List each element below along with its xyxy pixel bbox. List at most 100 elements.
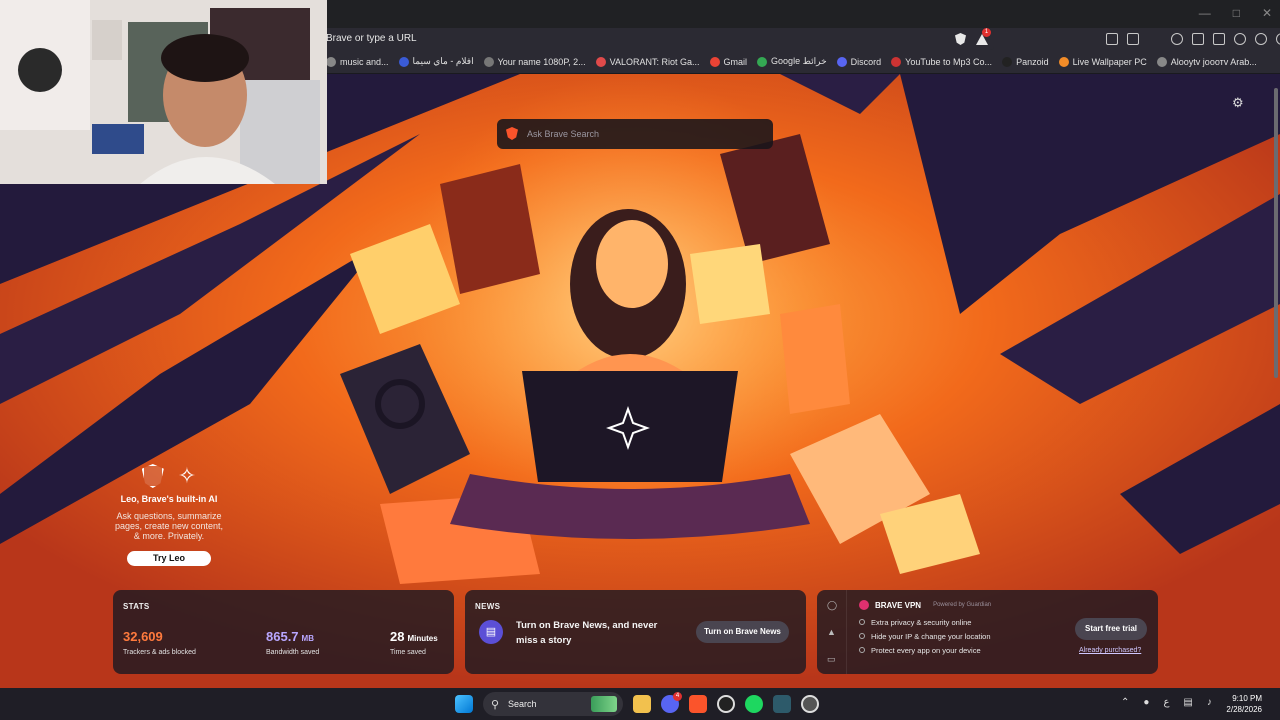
bandwidth-value: 865.7	[266, 629, 299, 644]
brave-shields-icon[interactable]	[955, 33, 966, 45]
stats-widget: STATS 32,609 Trackers & ads blocked 865.…	[113, 590, 454, 674]
music-icon[interactable]	[1171, 33, 1183, 45]
search-placeholder: Ask Brave Search	[527, 129, 600, 139]
webcam-overlay	[0, 0, 327, 184]
bookmark-favicon-icon	[595, 56, 606, 67]
bookmark-label: Live Wallpaper PC	[1072, 56, 1147, 67]
windows-start-icon[interactable]	[455, 695, 473, 713]
bookmark-favicon-icon	[1058, 56, 1069, 67]
spotify-icon[interactable]	[745, 695, 763, 713]
app-icon[interactable]	[773, 695, 791, 713]
brave-browser-icon[interactable]	[689, 695, 707, 713]
vpn-widget: ◯ ▲ ▭ BRAVE VPN Powered by Guardian Extr…	[817, 590, 1158, 674]
bandwidth-label: Bandwidth saved	[266, 649, 320, 656]
leo-sparkle-icon: ✧	[177, 463, 197, 488]
obs-icon[interactable]	[717, 695, 735, 713]
vpn-title: BRAVE VPN	[875, 600, 922, 610]
bookmark-item[interactable]: music and...	[326, 56, 389, 67]
system-tray: ⌃ ● ع ▤ ♪	[1121, 697, 1212, 708]
stats-label: STATS	[123, 602, 150, 611]
taskbar-clock[interactable]: 9:10 PM 2/28/2026	[1226, 693, 1262, 715]
vpn-feature-list: Extra privacy & security online Hide you…	[859, 618, 991, 660]
bookmark-label: YouTube to Mp3 Co...	[905, 56, 993, 67]
chrome-icon[interactable]	[801, 695, 819, 713]
trackers-value: 32,609	[123, 629, 163, 644]
chevron-up-icon[interactable]: ⌃	[1121, 697, 1129, 708]
rewards-badge: 1	[982, 28, 991, 37]
bookmark-item[interactable]: VALORANT: Riot Ga...	[595, 56, 700, 67]
maximize-icon[interactable]: □	[1233, 6, 1240, 20]
start-free-trial-button[interactable]: Start free trial	[1075, 618, 1147, 640]
time-value: 28	[390, 629, 405, 644]
extensions-icon[interactable]	[1106, 33, 1118, 45]
bookmark-item[interactable]: Discord	[836, 56, 881, 67]
trackers-label: Trackers & ads blocked	[123, 649, 196, 656]
bookmark-label: Google خرائط	[771, 56, 827, 66]
bookmark-item[interactable]: افلام - ماي سيما	[398, 56, 474, 67]
bookmark-label: Panzoid	[1016, 56, 1049, 67]
microphone-icon[interactable]: ●	[1143, 697, 1149, 708]
discord-icon[interactable]: 4	[661, 692, 682, 713]
screenshot-icon[interactable]	[1127, 33, 1139, 45]
settings-gear-icon[interactable]: ⚙	[1232, 96, 1246, 110]
volume-icon[interactable]: ♪	[1207, 697, 1212, 708]
taskbar-search[interactable]: ⚲ Search	[483, 692, 623, 716]
leo-description: Ask questions, summarize pages, create n…	[114, 511, 224, 541]
time-unit: Minutes	[407, 634, 438, 643]
close-icon[interactable]: ✕	[1262, 6, 1272, 20]
file-explorer-icon[interactable]	[633, 695, 651, 713]
sidebar-icon[interactable]	[1192, 33, 1204, 45]
shield-icon[interactable]	[1276, 33, 1280, 45]
bookmark-favicon-icon	[398, 56, 409, 67]
check-icon	[859, 633, 865, 639]
bandwidth-stat: 865.7 MB Bandwidth saved	[266, 628, 319, 656]
bookmark-item[interactable]: Your name 1080P, 2...	[483, 56, 586, 67]
turn-on-news-button[interactable]: Turn on Brave News	[696, 621, 789, 643]
bookmark-label: VALORANT: Riot Ga...	[609, 56, 700, 67]
wallet-icon[interactable]	[1213, 33, 1225, 45]
video-icon[interactable]: ▭	[827, 654, 837, 664]
shield-icon[interactable]: ◯	[827, 600, 837, 610]
page-scrollbar[interactable]	[1274, 88, 1278, 378]
bookmark-item[interactable]: Panzoid	[1002, 56, 1049, 67]
news-label: NEWS	[475, 602, 501, 611]
webcam-feed-image	[0, 0, 327, 184]
bookmark-favicon-icon	[836, 56, 847, 67]
bookmark-label: Gmail	[723, 56, 748, 67]
brave-rewards-icon[interactable]: 1	[976, 28, 991, 45]
bookmark-item[interactable]: Gmail	[709, 56, 748, 67]
address-bar[interactable]: Brave or type a URL 1	[318, 28, 994, 50]
bookmark-favicon-icon	[891, 56, 902, 67]
news-text: Turn on Brave News, and never miss a sto…	[516, 620, 658, 646]
bookmark-item[interactable]: Google خرائط	[757, 56, 827, 67]
address-bar-placeholder: Brave or type a URL	[326, 33, 417, 44]
vpn-icon[interactable]	[1234, 33, 1246, 45]
toolbar-icons	[1106, 33, 1280, 45]
network-icon[interactable]: ▤	[1183, 697, 1192, 708]
leo-icon[interactable]	[1255, 33, 1267, 45]
try-leo-button[interactable]: Try Leo	[127, 551, 211, 566]
already-purchased-link[interactable]: Already purchased?	[1079, 647, 1141, 654]
bookmark-label: افلام - ماي سيما	[412, 56, 474, 66]
triangle-icon[interactable]: ▲	[827, 627, 837, 637]
language-indicator[interactable]: ع	[1163, 697, 1169, 708]
bookmark-item[interactable]: Live Wallpaper PC	[1058, 56, 1147, 67]
clock-date: 2/28/2026	[1226, 705, 1262, 714]
bookmark-item[interactable]: Alooytv jooотv Arab...	[1156, 56, 1257, 67]
vpn-logo-icon	[859, 600, 869, 610]
bookmark-label: Your name 1080P, 2...	[497, 56, 586, 67]
time-stat: 28 Minutes Time saved	[390, 628, 438, 656]
time-label: Time saved	[390, 649, 426, 656]
check-icon	[859, 619, 865, 625]
search-highlight-image	[591, 696, 617, 712]
windows-taskbar: ⚲ Search 4 ⌃ ● ع ▤ ♪ 9:10 PM 2/28/2026	[0, 688, 1280, 720]
taskbar-search-label: Search	[508, 699, 537, 709]
bookmarks-list: music and... افلام - ماي سيما Your name 10…	[326, 56, 1257, 67]
vpn-feature: Protect every app on your device	[859, 646, 991, 655]
minimize-icon[interactable]: —	[1199, 6, 1211, 20]
bookmark-favicon-icon	[709, 56, 720, 67]
brave-lion-icon	[506, 127, 518, 140]
brave-search-box[interactable]: Ask Brave Search	[497, 119, 773, 149]
clock-time: 9:10 PM	[1232, 694, 1262, 703]
bookmark-item[interactable]: YouTube to Mp3 Co...	[891, 56, 992, 67]
